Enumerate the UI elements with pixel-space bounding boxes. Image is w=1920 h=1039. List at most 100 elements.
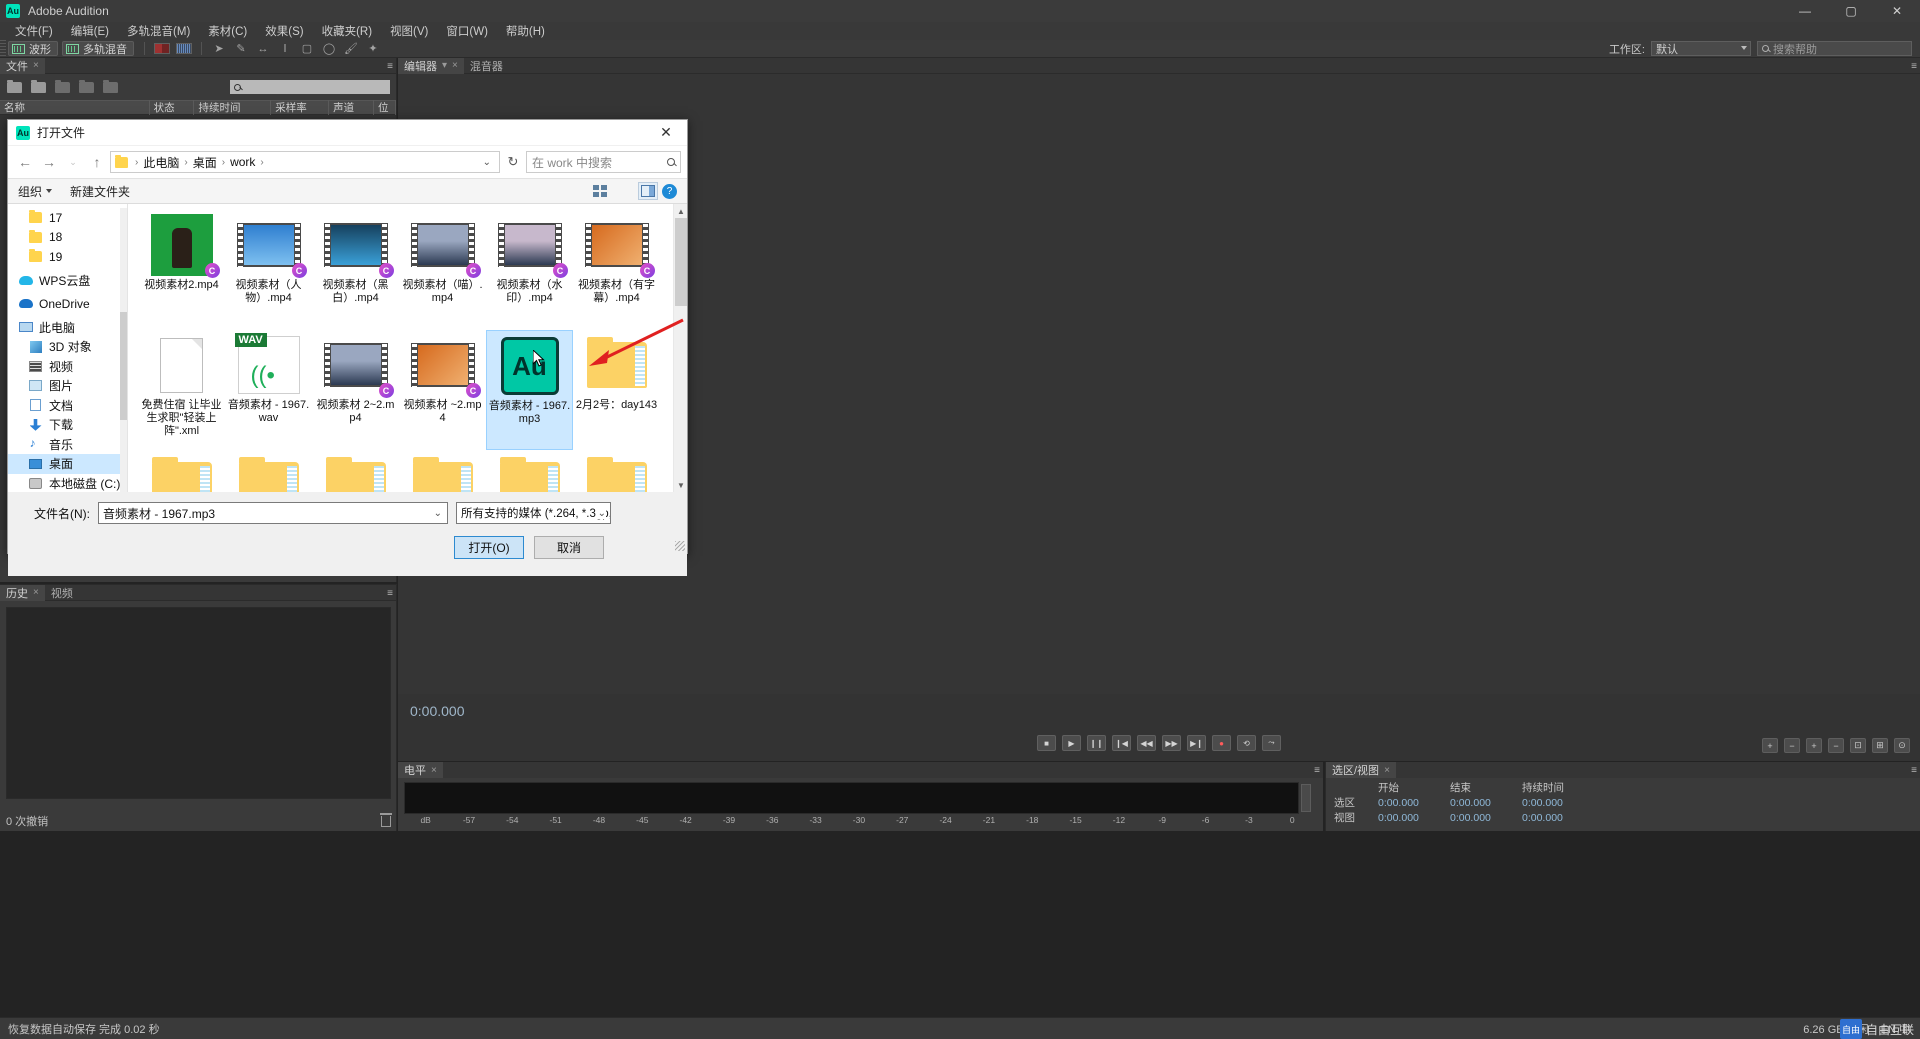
time-selection-tool-icon[interactable]: Ⅰ <box>275 41 295 57</box>
file-list-scrollbar[interactable]: ▲ ▼ <box>673 204 687 492</box>
selection-duration-value[interactable]: 0:00.000 <box>1522 797 1594 809</box>
dialog-sidebar[interactable]: 17 18 19 WPS云盘 OneDrive 此电脑 3D 对象 视频 图片 … <box>8 204 128 492</box>
breadcrumb-desktop[interactable]: 桌面 <box>193 154 217 171</box>
column-status[interactable]: 状态 <box>150 100 195 115</box>
maximize-button[interactable]: ▢ <box>1828 0 1874 22</box>
column-duration[interactable]: 持续时间 <box>194 100 272 115</box>
scroll-down-icon[interactable]: ▼ <box>674 478 687 492</box>
levels-panel-menu-icon[interactable]: ≡ <box>1314 765 1320 776</box>
sidebar-scrollbar[interactable] <box>120 208 127 492</box>
breadcrumb-work[interactable]: work <box>230 155 255 169</box>
sidebar-item-wps-cloud[interactable]: WPS云盘 <box>8 271 127 291</box>
workspace-select[interactable]: 默认 <box>1651 41 1751 56</box>
close-button[interactable]: ✕ <box>1874 0 1920 22</box>
filename-input[interactable]: 音频素材 - 1967.mp3 ⌄ <box>98 502 448 524</box>
file-item[interactable] <box>573 450 660 492</box>
menu-window[interactable]: 窗口(W) <box>437 22 497 40</box>
file-item[interactable] <box>312 450 399 492</box>
file-item-selected[interactable]: Au 音频素材 - 1967.mp3 <box>486 330 573 450</box>
filetype-select[interactable]: 所有支持的媒体 (*.264, *.3gp, ⌄ <box>456 502 611 524</box>
view-start-value[interactable]: 0:00.000 <box>1378 812 1450 824</box>
pause-button[interactable]: ❙❙ <box>1087 735 1106 751</box>
view-duration-value[interactable]: 0:00.000 <box>1522 812 1594 824</box>
menu-clip[interactable]: 素材(C) <box>199 22 256 40</box>
fast-forward-button[interactable]: ▶▶ <box>1162 735 1181 751</box>
new-folder-button[interactable]: 新建文件夹 <box>70 183 130 200</box>
file-item[interactable]: C 视频素材2.mp4 <box>138 210 225 330</box>
open-file-icon[interactable] <box>6 79 22 94</box>
forward-button[interactable]: → <box>38 151 60 173</box>
column-name[interactable]: 名称 <box>0 100 150 115</box>
file-item[interactable]: C 视频素材（有字幕）.mp4 <box>573 210 660 330</box>
skip-selection-button[interactable]: ⤳ <box>1262 735 1281 751</box>
sidebar-item-3d-objects[interactable]: 3D 对象 <box>8 337 127 357</box>
history-panel-menu-icon[interactable]: ≡ <box>387 588 393 599</box>
column-bits[interactable]: 位 <box>374 100 396 115</box>
lasso-selection-tool-icon[interactable]: ◯ <box>319 41 339 57</box>
refresh-icon[interactable]: ↻ <box>502 151 524 173</box>
file-item[interactable]: C 视频素材（黑白）.mp4 <box>312 210 399 330</box>
minimize-button[interactable]: — <box>1782 0 1828 22</box>
view-end-value[interactable]: 0:00.000 <box>1450 812 1522 824</box>
spectral-frequency-icon[interactable] <box>152 41 172 57</box>
file-item[interactable]: C 视频素材 ~2.mp4 <box>399 330 486 450</box>
sidebar-scroll-thumb[interactable] <box>120 312 127 420</box>
file-item[interactable]: C 视频素材（喵）.mp4 <box>399 210 486 330</box>
menu-edit[interactable]: 编辑(E) <box>62 22 118 40</box>
file-item[interactable]: 免费住宿 让毕业生求职"轻装上阵".xml <box>138 330 225 450</box>
zoom-in-time-icon[interactable]: + <box>1762 738 1778 753</box>
zoom-in-point-icon[interactable]: ⊙ <box>1894 738 1910 753</box>
sidebar-item-videos[interactable]: 视频 <box>8 357 127 377</box>
zoom-in-amplitude-icon[interactable]: + <box>1806 738 1822 753</box>
column-samplerate[interactable]: 采样率 <box>271 100 330 115</box>
close-icon[interactable]: × <box>33 60 39 71</box>
file-item[interactable] <box>399 450 486 492</box>
razor-tool-icon[interactable]: ↔ <box>253 41 273 57</box>
sidebar-item-desktop[interactable]: 桌面 <box>8 454 127 474</box>
record-button[interactable]: ● <box>1212 735 1231 751</box>
file-item[interactable]: WAV ((• 音频素材 - 1967.wav <box>225 330 312 450</box>
dialog-resize-handle[interactable] <box>675 541 685 551</box>
zoom-to-selection-icon[interactable]: ⊞ <box>1872 738 1888 753</box>
sidebar-item-pictures[interactable]: 图片 <box>8 376 127 396</box>
stop-button[interactable]: ■ <box>1037 735 1056 751</box>
menu-view[interactable]: 视图(V) <box>381 22 437 40</box>
marquee-selection-tool-icon[interactable]: ▢ <box>297 41 317 57</box>
file-item[interactable]: 2月2号：day143 <box>573 330 660 450</box>
open-button[interactable]: 打开(O) <box>454 536 524 559</box>
sidebar-item-downloads[interactable]: 下载 <box>8 415 127 435</box>
paintbrush-tool-icon[interactable]: 🖌 <box>341 41 361 57</box>
zoom-out-full-icon[interactable]: ⊡ <box>1850 738 1866 753</box>
tab-mixer[interactable]: 混音器 <box>464 58 509 74</box>
file-item[interactable]: C 视频素材 2~2.mp4 <box>312 330 399 450</box>
files-panel-menu-icon[interactable]: ≡ <box>387 61 393 72</box>
selection-panel-menu-icon[interactable]: ≡ <box>1911 765 1917 776</box>
rewind-button[interactable]: ◀◀ <box>1137 735 1156 751</box>
menu-favorites[interactable]: 收藏夹(R) <box>313 22 381 40</box>
tab-files[interactable]: 文件 × <box>0 57 45 74</box>
zoom-out-amplitude-icon[interactable]: − <box>1828 738 1844 753</box>
tab-selection-view[interactable]: 选区/视图 × <box>1326 762 1396 778</box>
change-view-icon[interactable] <box>590 182 610 200</box>
up-button[interactable]: ↑ <box>86 151 108 173</box>
close-icon[interactable]: × <box>452 60 458 71</box>
sidebar-item-music[interactable]: ♪ 音乐 <box>8 435 127 455</box>
zoom-out-time-icon[interactable]: − <box>1784 738 1800 753</box>
sidebar-item-this-pc[interactable]: 此电脑 <box>8 318 127 338</box>
multitrack-view-button[interactable]: 多轨混音 <box>62 41 134 56</box>
import-file-icon[interactable] <box>30 79 46 94</box>
organize-button[interactable]: 组织 <box>18 183 53 200</box>
editor-panel-menu-icon[interactable]: ≡ <box>1911 61 1917 72</box>
file-item[interactable] <box>225 450 312 492</box>
tab-history[interactable]: 历史 × <box>0 584 45 601</box>
dialog-close-button[interactable]: ✕ <box>645 120 687 146</box>
level-meter-display[interactable] <box>404 782 1299 814</box>
close-icon[interactable]: × <box>1384 765 1390 776</box>
scroll-thumb[interactable] <box>675 218 687 306</box>
waveform-view-button[interactable]: 波形 <box>8 41 58 56</box>
sidebar-item-17[interactable]: 17 <box>8 208 127 228</box>
sidebar-item-19[interactable]: 19 <box>8 247 127 267</box>
menu-effects[interactable]: 效果(S) <box>256 22 312 40</box>
sidebar-item-18[interactable]: 18 <box>8 228 127 248</box>
sidebar-item-local-disk-c[interactable]: 本地磁盘 (C:) <box>8 474 127 493</box>
